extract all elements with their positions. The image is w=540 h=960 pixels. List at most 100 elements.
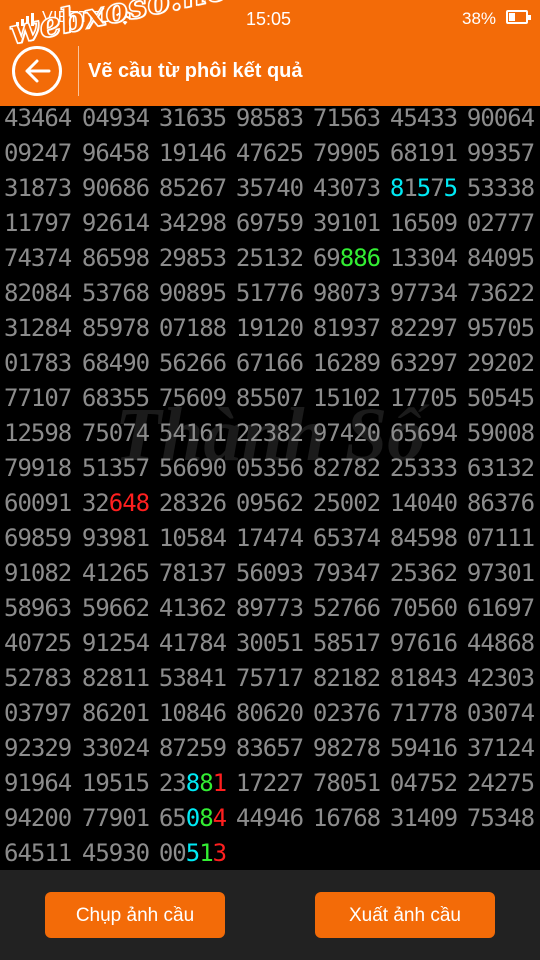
grid-cell[interactable]: 84598 (385, 524, 462, 552)
grid-cell[interactable]: 09562 (231, 489, 308, 517)
grid-cell[interactable]: 01783 (0, 349, 77, 377)
grid-cell[interactable]: 98278 (308, 734, 385, 762)
grid-cell[interactable]: 59008 (462, 419, 539, 447)
grid-cell[interactable]: 52783 (0, 664, 77, 692)
grid-cell[interactable]: 23881 (154, 769, 231, 797)
grid-cell[interactable]: 90064 (462, 104, 539, 132)
grid-cell[interactable]: 86376 (462, 489, 539, 517)
grid-cell[interactable]: 85507 (231, 384, 308, 412)
grid-cell[interactable]: 45433 (385, 104, 462, 132)
grid-cell[interactable]: 19515 (77, 769, 154, 797)
grid-cell[interactable]: 04934 (77, 104, 154, 132)
grid-cell[interactable]: 07111 (462, 524, 539, 552)
grid-cell[interactable]: 79347 (308, 559, 385, 587)
grid-cell[interactable]: 37124 (462, 734, 539, 762)
grid-cell[interactable]: 91964 (0, 769, 77, 797)
grid-cell[interactable]: 69886 (308, 244, 385, 272)
grid-cell[interactable]: 31409 (385, 804, 462, 832)
grid-cell[interactable]: 39101 (308, 209, 385, 237)
grid-cell[interactable]: 78051 (308, 769, 385, 797)
grid-cell[interactable]: 90686 (77, 174, 154, 202)
grid-cell[interactable]: 11797 (0, 209, 77, 237)
grid-cell[interactable]: 58517 (308, 629, 385, 657)
grid-cell[interactable]: 81937 (308, 314, 385, 342)
grid-cell[interactable]: 42303 (462, 664, 539, 692)
grid-cell[interactable]: 17705 (385, 384, 462, 412)
grid-cell[interactable]: 51357 (77, 454, 154, 482)
grid-cell[interactable]: 05356 (231, 454, 308, 482)
grid-cell[interactable]: 43073 (308, 174, 385, 202)
grid-cell[interactable]: 78137 (154, 559, 231, 587)
grid-cell[interactable]: 04752 (385, 769, 462, 797)
grid-cell[interactable]: 17227 (231, 769, 308, 797)
grid-cell[interactable]: 83657 (231, 734, 308, 762)
grid-cell[interactable]: 25362 (385, 559, 462, 587)
grid-cell[interactable]: 95705 (462, 314, 539, 342)
grid-cell[interactable]: 31873 (0, 174, 77, 202)
grid-cell[interactable]: 10584 (154, 524, 231, 552)
grid-cell[interactable]: 67166 (231, 349, 308, 377)
grid-cell[interactable]: 91082 (0, 559, 77, 587)
grid-cell[interactable]: 52766 (308, 594, 385, 622)
grid-cell[interactable]: 68490 (77, 349, 154, 377)
grid-cell[interactable]: 73622 (462, 279, 539, 307)
grid-cell[interactable]: 16289 (308, 349, 385, 377)
grid-cell[interactable]: 98583 (231, 104, 308, 132)
grid-cell[interactable]: 29202 (462, 349, 539, 377)
grid-cell[interactable]: 34298 (154, 209, 231, 237)
grid-cell[interactable]: 85267 (154, 174, 231, 202)
grid-cell[interactable]: 31284 (0, 314, 77, 342)
grid-cell[interactable]: 03797 (0, 699, 77, 727)
grid-cell[interactable]: 97616 (385, 629, 462, 657)
grid-cell[interactable]: 50545 (462, 384, 539, 412)
grid-cell[interactable]: 71778 (385, 699, 462, 727)
grid-cell[interactable]: 44868 (462, 629, 539, 657)
grid-cell[interactable]: 44946 (231, 804, 308, 832)
grid-cell[interactable]: 17474 (231, 524, 308, 552)
grid-cell[interactable]: 16509 (385, 209, 462, 237)
grid-cell[interactable]: 53768 (77, 279, 154, 307)
grid-cell[interactable]: 90895 (154, 279, 231, 307)
grid-cell[interactable]: 70560 (385, 594, 462, 622)
grid-cell[interactable]: 63132 (462, 454, 539, 482)
grid-cell[interactable]: 56093 (231, 559, 308, 587)
grid-cell[interactable]: 59416 (385, 734, 462, 762)
grid-cell[interactable]: 41784 (154, 629, 231, 657)
back-button[interactable] (12, 46, 62, 96)
grid-cell[interactable]: 97301 (462, 559, 539, 587)
grid-cell[interactable]: 99357 (462, 139, 539, 167)
grid-cell[interactable]: 51776 (231, 279, 308, 307)
grid-cell[interactable]: 56690 (154, 454, 231, 482)
grid-cell[interactable]: 82084 (0, 279, 77, 307)
grid-cell[interactable]: 28326 (154, 489, 231, 517)
grid-cell[interactable]: 16768 (308, 804, 385, 832)
grid-cell[interactable]: 80620 (231, 699, 308, 727)
grid-cell[interactable]: 25002 (308, 489, 385, 517)
grid-cell[interactable]: 65374 (308, 524, 385, 552)
grid-cell[interactable]: 77107 (0, 384, 77, 412)
grid-cell[interactable]: 53338 (462, 174, 539, 202)
grid-cell[interactable]: 13304 (385, 244, 462, 272)
grid-cell[interactable]: 41362 (154, 594, 231, 622)
grid-cell[interactable]: 92614 (77, 209, 154, 237)
grid-cell[interactable]: 97734 (385, 279, 462, 307)
grid-cell[interactable]: 65694 (385, 419, 462, 447)
grid-cell[interactable]: 09247 (0, 139, 77, 167)
grid-cell[interactable]: 92329 (0, 734, 77, 762)
grid-cell[interactable]: 82297 (385, 314, 462, 342)
grid-cell[interactable]: 19146 (154, 139, 231, 167)
grid-cell[interactable]: 98073 (308, 279, 385, 307)
export-button[interactable]: Xuất ảnh cầu (315, 892, 495, 938)
grid-cell[interactable]: 19120 (231, 314, 308, 342)
grid-cell[interactable]: 29853 (154, 244, 231, 272)
grid-cell[interactable]: 45930 (77, 839, 154, 867)
grid-cell[interactable]: 40725 (0, 629, 77, 657)
grid-cell[interactable]: 85978 (77, 314, 154, 342)
grid-cell[interactable]: 60091 (0, 489, 77, 517)
grid-cell[interactable]: 86201 (77, 699, 154, 727)
grid-cell[interactable]: 35740 (231, 174, 308, 202)
grid-cell[interactable]: 25333 (385, 454, 462, 482)
capture-button[interactable]: Chụp ảnh cầu (45, 892, 225, 938)
grid-cell[interactable]: 82782 (308, 454, 385, 482)
grid-cell[interactable]: 64511 (0, 839, 77, 867)
